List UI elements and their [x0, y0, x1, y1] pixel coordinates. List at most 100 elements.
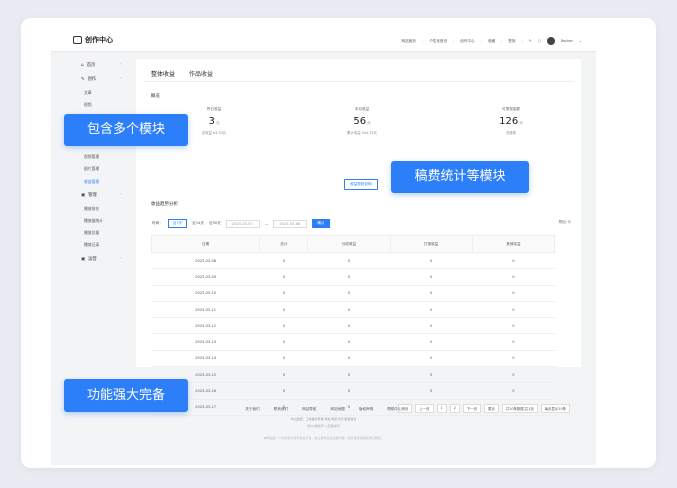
footer-note: 本网站是一个创作者交流与收益平台，禁止发布违法违规内容，如有侵权请联系我们删除。 [263, 436, 384, 440]
pin-icon[interactable]: ✎ [529, 39, 532, 43]
table-cell: 0 [472, 382, 555, 400]
nav-favorites[interactable]: 收藏 [488, 39, 495, 44]
table-row: 2023-03-13 0 0 0 0 [151, 333, 555, 351]
range-14d-button[interactable]: 近14天 [192, 221, 204, 226]
table-cell: 0 [259, 382, 308, 400]
nav-personal[interactable]: 个性化首页 [429, 39, 447, 44]
sidebar-sub-video-manage[interactable]: 视频管理 [84, 154, 99, 160]
range-7d-button[interactable]: 近7天 [167, 219, 188, 228]
sidebar-sub-video[interactable]: 视频 [84, 102, 92, 108]
table-cell: 2023-03-08 [151, 252, 260, 270]
range-30d-button[interactable]: 近30天 [209, 221, 221, 226]
chevron-up-icon: ^ [119, 63, 122, 67]
table-cell: 0 [390, 333, 473, 351]
table-cell: 0 [390, 366, 473, 384]
table-cell: 0 [472, 301, 555, 319]
table-row: 2023-03-14 0 0 0 0 [151, 350, 555, 368]
table-row: 2023-03-12 0 0 0 0 [151, 317, 555, 335]
avatar[interactable] [546, 37, 555, 45]
chevron-up-icon: ^ [119, 193, 122, 197]
withdraw-link[interactable]: 去提现 [461, 130, 561, 135]
chevron-up-icon: ^ [119, 257, 122, 261]
chevron-down-icon[interactable]: ⌄ [579, 39, 582, 43]
badge-powerful: 功能强大完备 [64, 379, 188, 412]
income-table: 日期 总计 分成收益 打赏收益 其他收益 2023-03-08 0 0 0 0 2023-03-0… [150, 235, 556, 416]
footer-map[interactable]: 网站地图 [331, 407, 345, 412]
stat-month: 本月收益 56元 累计收益 404.32元 [347, 107, 377, 135]
sidebar-sub-article[interactable]: 文章 [84, 90, 92, 96]
sidebar-item-manage[interactable]: ▣ 管理 ^ [81, 192, 122, 199]
table-row: 2023-03-09 0 0 0 0 [151, 268, 555, 286]
trend-title: 收益趋势分析 [151, 202, 178, 207]
stat-withdrawable: 可提现金额 126元 去提现 [461, 107, 561, 135]
table-header: 分成收益 [307, 235, 391, 253]
table-row: 2023-03-11 0 0 0 0 [151, 301, 555, 319]
table-cell: 0 [390, 382, 473, 400]
nav-creator[interactable]: 创作中心 [460, 39, 474, 44]
table-cell: 0 [390, 317, 473, 335]
table-cell: 0 [472, 333, 555, 351]
table-cell: 0 [472, 350, 555, 368]
footer-copyright[interactable]: 版权声明 [359, 407, 373, 412]
table-row: 2023-03-15 0 0 0 0 [151, 366, 555, 384]
grid-icon: ▣ [81, 256, 86, 262]
table-cell: 0 [307, 317, 391, 335]
app-title: 创作中心 [85, 36, 113, 44]
export-button[interactable]: 导出: ⎘ [559, 220, 571, 225]
table-cell: 0 [259, 333, 308, 351]
sidebar-item-create[interactable]: ✎ 创作 ^ [81, 76, 122, 83]
sidebar-sub-1[interactable]: 播放排名 [84, 206, 99, 212]
table-row: 2023-03-08 0 0 0 0 [151, 252, 555, 270]
query-button[interactable]: 确认 [312, 219, 330, 228]
table-header: 总计 [259, 235, 309, 253]
table-cell: 2023-03-12 [151, 317, 260, 335]
badge-modules: 包含多个模块 [64, 114, 188, 146]
table-cell: 0 [472, 366, 555, 384]
table-cell: 0 [390, 252, 473, 270]
table-cell: 2023-03-09 [151, 268, 260, 286]
username[interactable]: Rocker [561, 39, 573, 43]
table-cell: 2023-03-14 [151, 350, 260, 368]
end-date-input[interactable]: 2023-03-08 [273, 219, 308, 228]
overview-title: 概览 [151, 94, 160, 99]
footer-about[interactable]: 关于我们 [245, 407, 259, 412]
grid-icon: ▣ [81, 192, 86, 198]
sidebar-sub-4[interactable]: 播放记录 [84, 242, 99, 248]
table-cell: 0 [390, 285, 473, 302]
table-cell: 0 [307, 333, 391, 351]
sidebar-sub-income[interactable]: 收益管理 [84, 179, 99, 185]
table-cell: 0 [259, 285, 308, 302]
footer-nav[interactable]: 网站导航 [302, 407, 316, 412]
table-header: 日期 [150, 235, 261, 253]
table-cell: 0 [472, 268, 555, 286]
table-cell: 0 [307, 382, 391, 400]
notification-icon[interactable]: ○ [538, 39, 541, 43]
table-cell: 2023-03-11 [151, 301, 260, 319]
table-cell: 0 [307, 268, 391, 286]
nav-home[interactable]: 网站首页 [401, 39, 415, 44]
table-cell: 0 [259, 350, 308, 368]
start-date-input[interactable]: 2023-03-01 [225, 219, 260, 228]
logo[interactable]: 创作中心 [73, 35, 113, 45]
sidebar-item-ops[interactable]: ▣ 运营 ^ [81, 256, 122, 263]
sidebar-sub-image-manage[interactable]: 图片管理 [84, 166, 99, 172]
sidebar-sub-2[interactable]: 播放量统计 [84, 218, 103, 224]
nav-signin[interactable]: 签到 [508, 39, 515, 44]
sidebar-sub-3[interactable]: 播放总量 [84, 230, 99, 236]
footer-help[interactable]: 帮助中心 [387, 407, 401, 412]
logo-icon [73, 36, 82, 44]
table-cell: 0 [259, 301, 308, 319]
table-cell: 0 [307, 301, 391, 319]
table-cell: 0 [259, 268, 308, 286]
table-row: 2023-03-10 0 0 0 0 [151, 285, 555, 302]
sidebar-item-home[interactable]: ⌂ 首页 ^ [81, 62, 122, 69]
table-cell: 0 [259, 317, 308, 335]
chevron-up-icon: ^ [119, 77, 122, 81]
table-row: 2023-03-16 0 0 0 0 [151, 382, 555, 400]
home-icon: ⌂ [81, 62, 84, 68]
sidebar: ⌂ 首页 ^ ✎ 创作 ^ 文章 视频 视频管理 图片管理 收益管理 ▣ 管理 … [51, 52, 131, 370]
income-rule-button[interactable]: 收益规则说明 [344, 179, 378, 190]
footer-contact[interactable]: 联系我们 [274, 407, 288, 412]
main-panel: 整体收益 作品收益 概览 昨日收益 3元 总收益 64.33元 本月收益 56元… [136, 59, 581, 416]
table-cell: 2023-03-10 [151, 285, 260, 302]
